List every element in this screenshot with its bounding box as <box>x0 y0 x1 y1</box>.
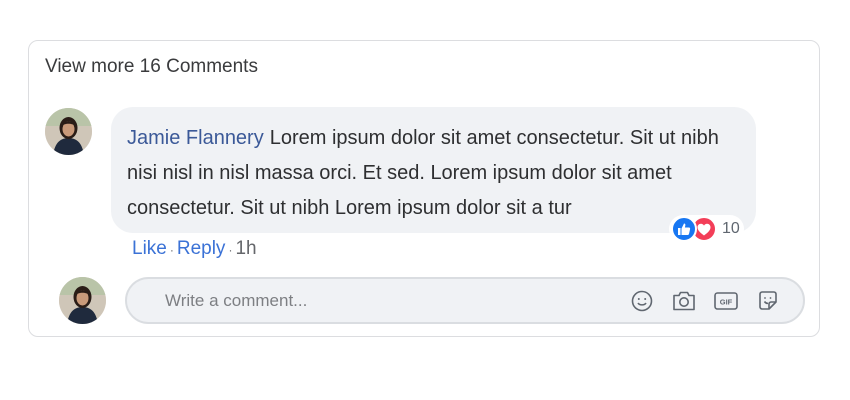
commenter-avatar[interactable] <box>45 108 92 155</box>
separator: · <box>169 243 174 257</box>
like-button[interactable]: Like <box>132 238 167 260</box>
sticker-icon[interactable] <box>753 286 783 316</box>
comment-input[interactable] <box>165 279 585 322</box>
comment-author-link[interactable]: Jamie Flannery <box>127 127 264 149</box>
comment-actions: Like · Reply · 1h <box>132 238 257 260</box>
current-user-avatar[interactable] <box>59 277 106 324</box>
like-icon <box>671 216 697 242</box>
view-more-comments-link[interactable]: View more 16 Comments <box>45 56 258 78</box>
comment-timestamp[interactable]: 1h <box>235 238 256 260</box>
emoji-icon[interactable] <box>627 286 657 316</box>
svg-text:GIF: GIF <box>720 297 733 306</box>
comment-bubble: Jamie Flannery Lorem ipsum dolor sit amet… <box>111 107 756 233</box>
comment-composer: GIF <box>125 277 805 324</box>
reaction-count: 10 <box>722 220 740 237</box>
separator: · <box>228 243 233 257</box>
camera-icon[interactable] <box>669 286 699 316</box>
comment-body: Jamie Flannery Lorem ipsum dolor sit amet… <box>127 121 740 226</box>
reply-button[interactable]: Reply <box>177 238 226 260</box>
reactions-summary[interactable]: 10 <box>669 215 744 243</box>
gif-icon[interactable]: GIF <box>711 286 741 316</box>
comments-card: View more 16 Comments Jamie Flannery Lore… <box>28 40 820 337</box>
composer-tools: GIF <box>615 279 783 322</box>
